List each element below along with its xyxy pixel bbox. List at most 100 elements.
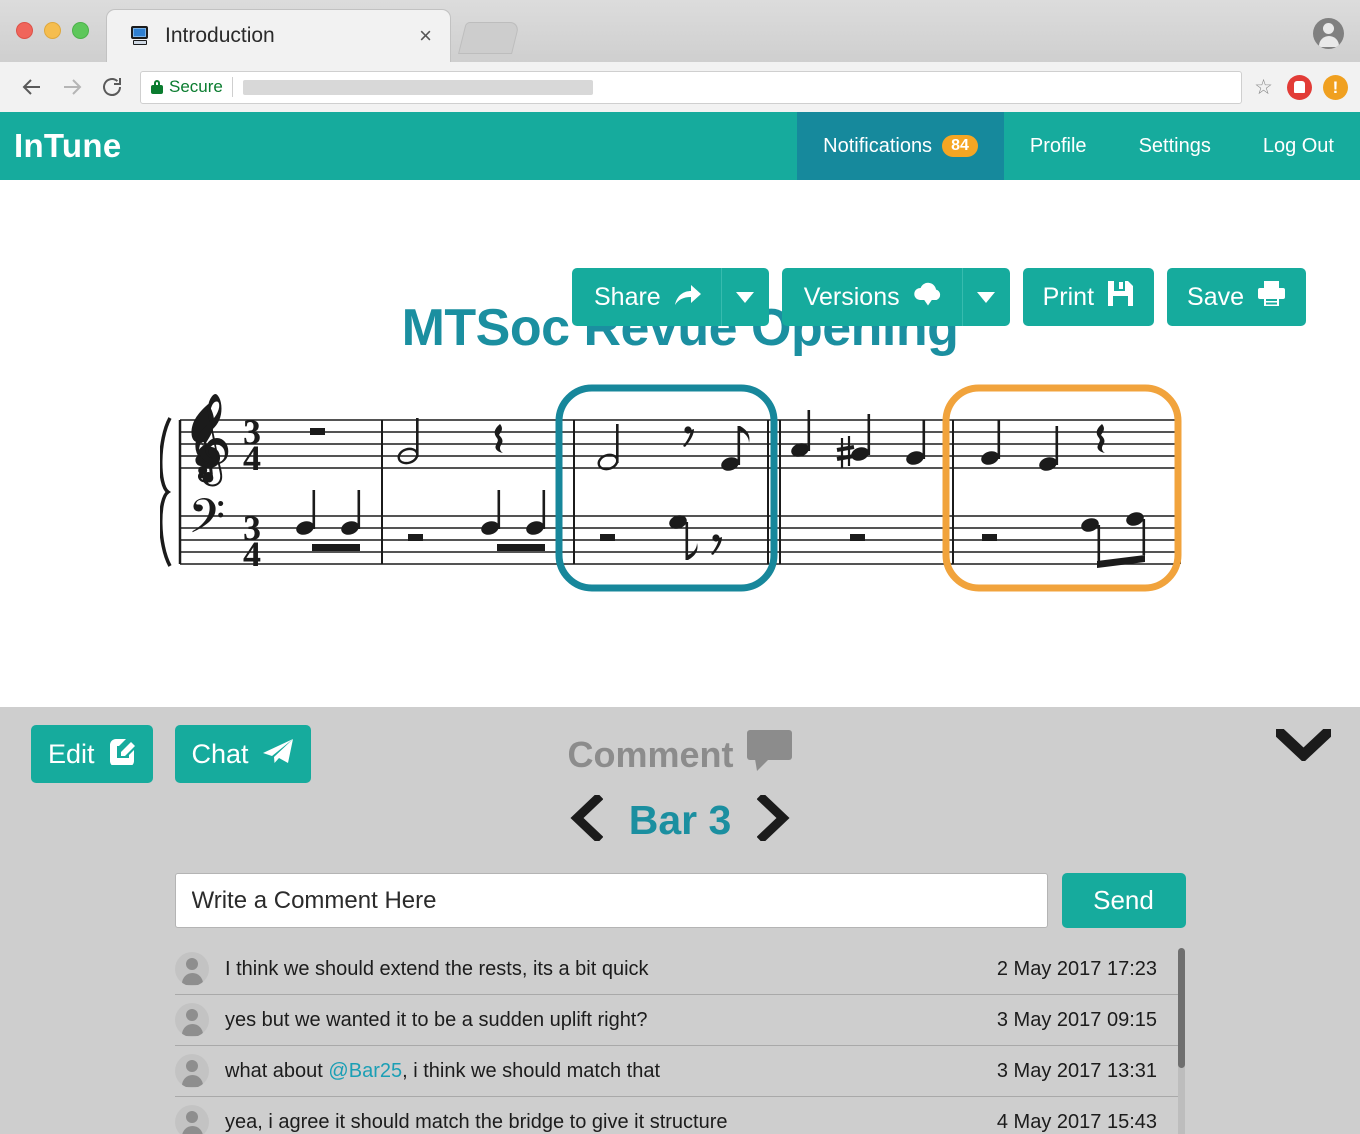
comment-panel: Edit Chat Comment <box>0 707 1360 1134</box>
minimize-window-button[interactable] <box>44 22 61 39</box>
save-button[interactable]: Save <box>1167 268 1306 326</box>
warning-circle-icon[interactable]: ! <box>1323 75 1348 100</box>
versions-button-label: Versions <box>804 283 900 312</box>
versions-button[interactable]: Versions <box>782 268 962 326</box>
bar-navigator: Bar 3 <box>0 795 1360 846</box>
chevron-right-icon <box>757 795 790 841</box>
avatar <box>175 1054 209 1088</box>
notifications-badge: 84 <box>942 135 978 157</box>
document-action-bar: Share Versions <box>572 268 1306 326</box>
back-icon[interactable] <box>12 67 52 107</box>
print-button[interactable]: Print <box>1023 268 1154 326</box>
collapse-panel-button[interactable] <box>1276 729 1331 766</box>
versions-dropdown-toggle[interactable] <box>962 268 1010 326</box>
close-icon[interactable]: × <box>413 25 438 47</box>
score-svg: 𝄞 𝄢 3 4 3 4 <box>160 380 1200 595</box>
nav-spacer <box>136 112 798 180</box>
floppy-disk-icon <box>1107 280 1134 314</box>
svg-text:𝄢: 𝄢 <box>188 488 225 556</box>
security-status: Secure <box>169 77 223 97</box>
share-dropdown-toggle[interactable] <box>721 268 769 326</box>
app-navbar: InTune Notifications 84 Profile Settings… <box>0 112 1360 180</box>
browser-profile-avatar[interactable] <box>1313 18 1344 49</box>
computer-monitor-favicon <box>129 25 151 47</box>
comment-timestamp: 3 May 2017 13:31 <box>997 1060 1157 1083</box>
close-window-button[interactable] <box>16 22 33 39</box>
browser-toolbar: Secure ☆ ! <box>0 62 1360 112</box>
app-logo[interactable]: InTune <box>0 112 136 180</box>
comment-compose-row: Send <box>0 873 1360 928</box>
nav-item-notifications[interactable]: Notifications 84 <box>797 112 1004 180</box>
share-button[interactable]: Share <box>572 268 721 326</box>
tab-title: Introduction <box>165 24 413 48</box>
comment-timestamp: 4 May 2017 15:43 <box>997 1111 1157 1134</box>
comment-scrollbar-track[interactable] <box>1178 948 1185 1134</box>
address-bar[interactable]: Secure <box>140 71 1242 104</box>
browser-chrome: Introduction × Secure ☆ ! <box>0 0 1360 112</box>
comment-title-text: Comment <box>567 734 733 776</box>
nav-item-label: Log Out <box>1263 135 1334 158</box>
nav-item-logout[interactable]: Log Out <box>1237 112 1360 180</box>
chevron-down-icon <box>977 292 995 303</box>
window-traffic-lights[interactable] <box>16 22 89 39</box>
comment-text: yea, i agree it should match the bridge … <box>225 1111 997 1134</box>
next-bar-button[interactable] <box>757 795 790 846</box>
comment-text-before: what about <box>225 1060 328 1082</box>
tab-strip: Introduction × <box>0 0 1360 62</box>
comment-text: yes but we wanted it to be a sudden upli… <box>225 1009 997 1032</box>
comment-text: what about @Bar25, i think we should mat… <box>225 1060 997 1083</box>
print-button-label: Print <box>1043 283 1094 312</box>
comment-list[interactable]: I think we should extend the rests, its … <box>175 944 1185 1134</box>
bar-highlight-selected[interactable] <box>559 388 774 588</box>
browser-tab[interactable]: Introduction × <box>106 9 451 62</box>
bookmark-star-icon[interactable]: ☆ <box>1254 75 1273 100</box>
comment-section-title: Comment <box>0 729 1360 780</box>
forward-icon[interactable] <box>52 67 92 107</box>
url-text[interactable] <box>243 80 593 95</box>
comment-row[interactable]: yea, i agree it should match the bridge … <box>175 1097 1185 1134</box>
avatar <box>175 1105 209 1134</box>
share-button-group[interactable]: Share <box>572 268 769 326</box>
previous-bar-button[interactable] <box>570 795 603 846</box>
comment-row[interactable]: what about @Bar25, i think we should mat… <box>175 1046 1185 1097</box>
maximize-window-button[interactable] <box>72 22 89 39</box>
mention-link[interactable]: @Bar25 <box>328 1060 402 1082</box>
comment-row[interactable]: I think we should extend the rests, its … <box>175 944 1185 995</box>
comment-scrollbar-thumb[interactable] <box>1178 948 1185 1068</box>
svg-text:4: 4 <box>243 438 261 478</box>
current-bar-label: Bar 3 <box>629 797 732 844</box>
comment-input[interactable] <box>175 873 1048 928</box>
music-score[interactable]: 𝄞 𝄢 3 4 3 4 <box>0 380 1360 610</box>
comment-text-after: , i think we should match that <box>402 1060 660 1082</box>
share-button-label: Share <box>594 283 661 312</box>
reload-icon[interactable] <box>92 67 132 107</box>
chevron-down-icon <box>1276 729 1331 761</box>
nav-item-label: Notifications <box>823 135 932 158</box>
comment-text: I think we should extend the rests, its … <box>225 958 997 981</box>
share-arrow-icon <box>673 281 703 314</box>
divider <box>232 77 233 97</box>
avatar <box>175 952 209 986</box>
svg-text:4: 4 <box>243 534 261 574</box>
lock-icon <box>151 80 163 94</box>
comment-row[interactable]: yes but we wanted it to be a sudden upli… <box>175 995 1185 1046</box>
nav-item-label: Profile <box>1030 135 1087 158</box>
versions-button-group[interactable]: Versions <box>782 268 1010 326</box>
cloud-download-icon <box>912 280 944 314</box>
new-tab-button[interactable] <box>458 22 520 54</box>
nav-item-settings[interactable]: Settings <box>1113 112 1237 180</box>
chevron-down-icon <box>736 292 754 303</box>
comment-panel-header: Edit Chat Comment <box>0 707 1360 797</box>
send-button[interactable]: Send <box>1062 873 1186 928</box>
svg-text:𝄞: 𝄞 <box>186 393 232 487</box>
comment-timestamp: 2 May 2017 17:23 <box>997 958 1157 981</box>
nav-item-profile[interactable]: Profile <box>1004 112 1113 180</box>
score-area: Share Versions <box>0 180 1360 707</box>
stop-hand-icon[interactable] <box>1287 75 1312 100</box>
chevron-left-icon <box>570 795 603 841</box>
nav-item-label: Settings <box>1139 135 1211 158</box>
printer-icon <box>1257 280 1286 314</box>
avatar <box>175 1003 209 1037</box>
speech-bubble-icon <box>746 729 793 780</box>
comment-timestamp: 3 May 2017 09:15 <box>997 1009 1157 1032</box>
